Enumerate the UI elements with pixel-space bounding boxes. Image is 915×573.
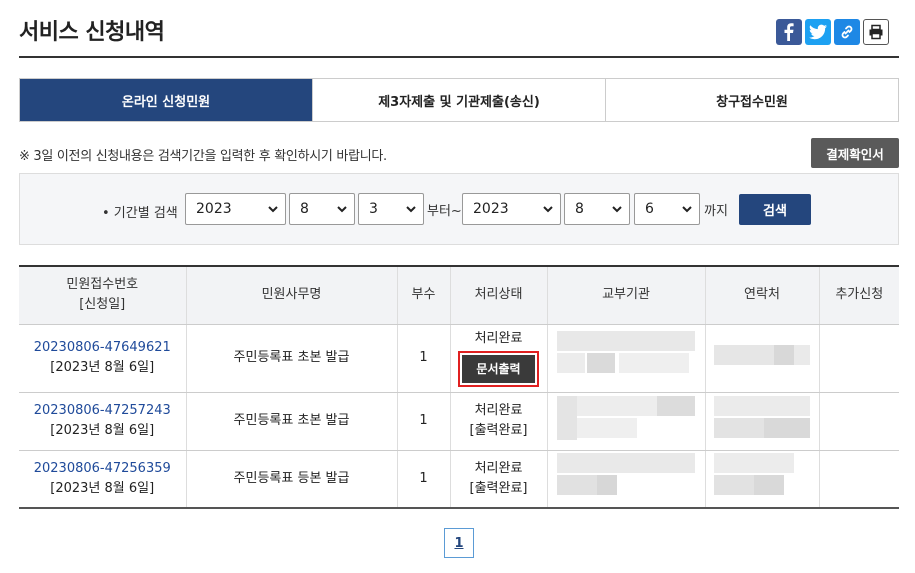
facebook-share-button[interactable] [776, 19, 802, 45]
receipt-number-link[interactable]: 20230806-47256359 [19, 459, 186, 479]
to-year-value: 2023 [473, 201, 509, 217]
tab-counter-applications[interactable]: 창구접수민원 [605, 79, 898, 121]
from-suffix: 부터~ [427, 204, 462, 219]
status-cell: 처리완료 [출력완료] [449, 392, 547, 451]
copies-count: 1 [396, 392, 450, 451]
copy-link-button[interactable] [834, 19, 860, 45]
apply-date: [2023년 8월 6일] [50, 360, 155, 375]
payment-receipt-button[interactable]: 결제확인서 [811, 138, 899, 168]
printer-icon [869, 24, 883, 40]
copies-count: 1 [396, 450, 450, 509]
status-subtext: [출력완료] [469, 423, 528, 438]
chevron-down-icon [268, 206, 278, 213]
status-cell: 처리완료 [출력완료] [449, 450, 547, 509]
status-text: 처리완료 [474, 403, 523, 418]
table-header-row: 민원접수번호 [신청일] 민원사무명 부수 처리상태 교부기관 연락처 추가신청 [19, 265, 899, 325]
title-divider [19, 56, 899, 58]
from-year-select[interactable]: 2023 [185, 193, 286, 225]
redacted-agency [557, 453, 695, 497]
tab-third-party-submission[interactable]: 제3자제출 및 기관제출(송신) [312, 79, 605, 121]
tab-bar: 온라인 신청민원 제3자제출 및 기관제출(송신) 창구접수민원 [19, 78, 899, 122]
results-table: 민원접수번호 [신청일] 민원사무명 부수 처리상태 교부기관 연락처 추가신청… [19, 265, 899, 509]
to-month-value: 8 [575, 201, 584, 217]
extra-cell [818, 450, 899, 509]
print-button[interactable] [863, 19, 889, 45]
to-day-value: 6 [645, 201, 654, 217]
service-name: 주민등록표 초본 발급 [185, 324, 397, 393]
extra-cell [818, 324, 899, 393]
twitter-share-button[interactable] [805, 19, 831, 45]
to-day-select[interactable]: 6 [634, 193, 700, 225]
redacted-agency [557, 395, 695, 440]
redacted-contact [714, 453, 810, 497]
table-row: 20230806-47256359 [2023년 8월 6일] 주민등록표 등본… [19, 450, 899, 509]
from-day-select[interactable]: 3 [358, 193, 424, 225]
to-suffix: 까지 [704, 204, 728, 219]
extra-cell [818, 392, 899, 451]
table-row: 20230806-47649621 [2023년 8월 6일] 주민등록표 초본… [19, 324, 899, 393]
apply-date: [2023년 8월 6일] [50, 423, 155, 438]
redacted-agency [557, 330, 695, 379]
header-contact: 연락처 [704, 265, 819, 325]
agency-cell-redacted [546, 392, 705, 451]
search-panel: • 기간별 검색 2023 8 3 부터~ 2023 8 6 까지 검색 [19, 173, 899, 245]
receipt-number-link[interactable]: 20230806-47649621 [19, 338, 186, 358]
status-cell: 처리완료 문서출력 [449, 324, 547, 393]
facebook-icon [784, 23, 794, 41]
header-apply-date-label: [신청일] [79, 297, 126, 313]
redacted-contact [714, 344, 810, 365]
page-title: 서비스 신청내역 [19, 20, 165, 45]
chevron-down-icon [682, 206, 692, 213]
receipt-cell: 20230806-47256359 [2023년 8월 6일] [19, 450, 186, 509]
apply-date: [2023년 8월 6일] [50, 480, 155, 496]
agency-cell-redacted [546, 324, 705, 393]
chevron-down-icon [337, 206, 347, 213]
chevron-down-icon [612, 206, 622, 213]
table-row: 20230806-47257243 [2023년 8월 6일] 주민등록표 초본… [19, 392, 899, 451]
search-label: • 기간별 검색 [102, 206, 178, 221]
link-icon [841, 25, 853, 39]
status-text: 처리완료 [474, 331, 523, 346]
chevron-down-icon [543, 206, 553, 213]
from-day-value: 3 [369, 201, 378, 217]
receipt-number-link[interactable]: 20230806-47257243 [19, 401, 186, 421]
print-document-label: 문서출력 [462, 355, 535, 383]
agency-cell-redacted [546, 450, 705, 509]
contact-cell-redacted [704, 450, 819, 509]
chevron-down-icon [406, 206, 416, 213]
status-subtext: [출력완료] [469, 480, 528, 496]
print-document-button[interactable]: 문서출력 [458, 351, 539, 387]
from-year-value: 2023 [196, 201, 232, 217]
twitter-icon [809, 24, 827, 40]
service-name: 주민등록표 초본 발급 [185, 392, 397, 451]
contact-cell-redacted [704, 392, 819, 451]
notice-text: ※ 3일 이전의 신청내용은 검색기간을 입력한 후 확인하시기 바랍니다. [19, 149, 387, 164]
from-month-value: 8 [300, 201, 309, 217]
service-name: 주민등록표 등본 발급 [185, 450, 397, 509]
receipt-cell: 20230806-47257243 [2023년 8월 6일] [19, 392, 186, 451]
tab-online-applications[interactable]: 온라인 신청민원 [20, 79, 312, 121]
to-month-select[interactable]: 8 [564, 193, 630, 225]
to-year-select[interactable]: 2023 [462, 193, 561, 225]
header-agency: 교부기관 [546, 265, 705, 325]
header-copies: 부수 [396, 265, 450, 325]
header-service-name: 민원사무명 [185, 265, 397, 325]
header-receipt-number: 민원접수번호 [신청일] [19, 265, 186, 325]
copies-count: 1 [396, 324, 450, 393]
status-text: 처리완료 [474, 460, 523, 476]
receipt-cell: 20230806-47649621 [2023년 8월 6일] [19, 324, 186, 393]
header-status: 처리상태 [449, 265, 547, 325]
pagination-page-button[interactable]: 1 [444, 528, 474, 558]
redacted-contact [714, 395, 810, 440]
header-receipt-number-label: 민원접수번호 [66, 277, 139, 293]
contact-cell-redacted [704, 324, 819, 393]
header-extra: 추가신청 [818, 265, 899, 325]
from-month-select[interactable]: 8 [289, 193, 355, 225]
search-button[interactable]: 검색 [739, 194, 811, 225]
